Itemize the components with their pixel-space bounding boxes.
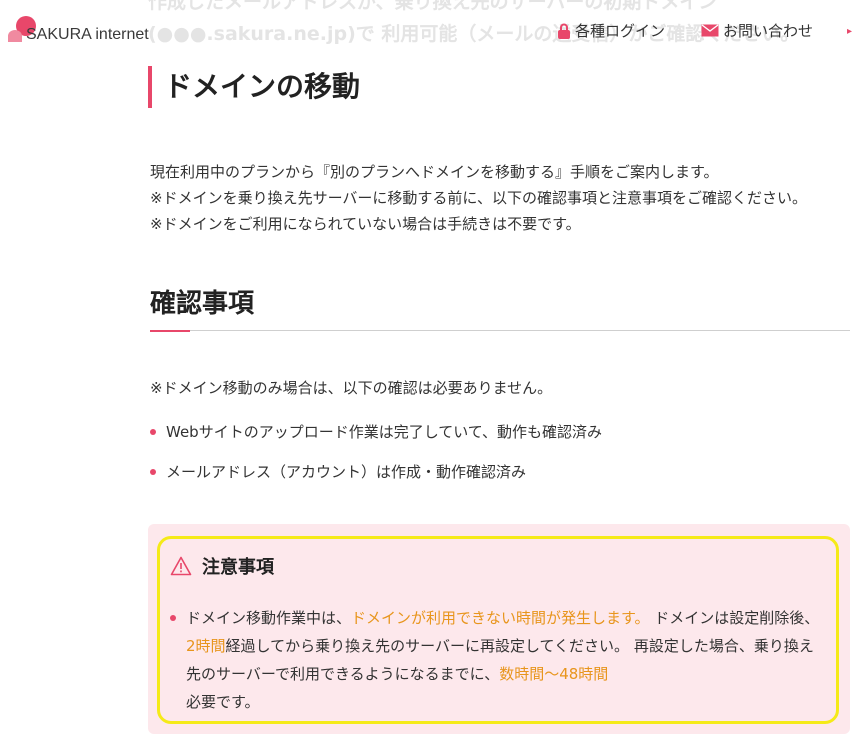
intro-line-2: ※ドメインを乗り換え先サーバーに移動する前に、以下の確認事項と注意事項をご確認く… — [150, 189, 807, 207]
sakura-logo[interactable]: SAKURA internet — [4, 10, 179, 50]
logo-mark-secondary-icon — [8, 30, 22, 42]
page-title: ドメインの移動 — [148, 66, 360, 108]
warning-icon — [170, 556, 192, 576]
confirm-note: ※ドメイン移動のみ場合は、以下の確認は必要ありません。 — [150, 379, 553, 397]
caution-title: 注意事項 — [170, 553, 274, 579]
intro-line-3: ※ドメインをご利用になられていない場合は手続きは不要です。 — [150, 215, 581, 233]
heading-accent-bar — [150, 330, 190, 332]
intro-line-1: 現在利用中のプランから『別のプランへドメインを移動する』手順をご案内します。 — [150, 163, 719, 181]
login-link[interactable]: 各種ログイン — [557, 20, 665, 41]
lock-icon — [558, 23, 570, 39]
caution-item: ドメイン移動作業中は、ドメインが利用できない時間が発生します。 ドメインは設定削… — [170, 604, 822, 716]
login-label: 各種ログイン — [575, 22, 666, 40]
caution-title-text: 注意事項 — [202, 557, 274, 578]
confirm-list: Webサイトのアップロード作業は完了していて、動作も確認済み メールアドレス（ア… — [150, 420, 602, 500]
list-item: メールアドレス（アカウント）は作成・動作確認済み — [150, 460, 602, 500]
contact-link[interactable]: お問い合わせ — [701, 20, 813, 41]
logo-text: SAKURA internet — [26, 26, 149, 43]
caution-text-2: ドメインは設定削除後、 — [649, 609, 820, 627]
menu-edge-icon[interactable]: ▸ — [847, 26, 855, 37]
caution-highlight-2: 2時間 — [186, 637, 226, 655]
caution-text-4: 必要です。 — [186, 693, 260, 711]
caution-text-1: ドメイン移動作業中は、 — [186, 609, 352, 627]
caution-highlight-3: 数時間〜48時間 — [499, 665, 609, 683]
site-header: SAKURA internet 各種ログイン お問い合わせ ▸ — [0, 0, 855, 62]
confirm-heading: 確認事項 — [150, 284, 850, 331]
contact-label: お問い合わせ — [723, 22, 814, 40]
intro-text: 現在利用中のプランから『別のプランへドメインを移動する』手順をご案内します。 ※… — [150, 159, 850, 237]
caution-highlight-1: ドメインが利用できない時間が発生します。 — [351, 609, 650, 627]
list-item: Webサイトのアップロード作業は完了していて、動作も確認済み — [150, 420, 602, 460]
mail-icon — [701, 24, 719, 37]
